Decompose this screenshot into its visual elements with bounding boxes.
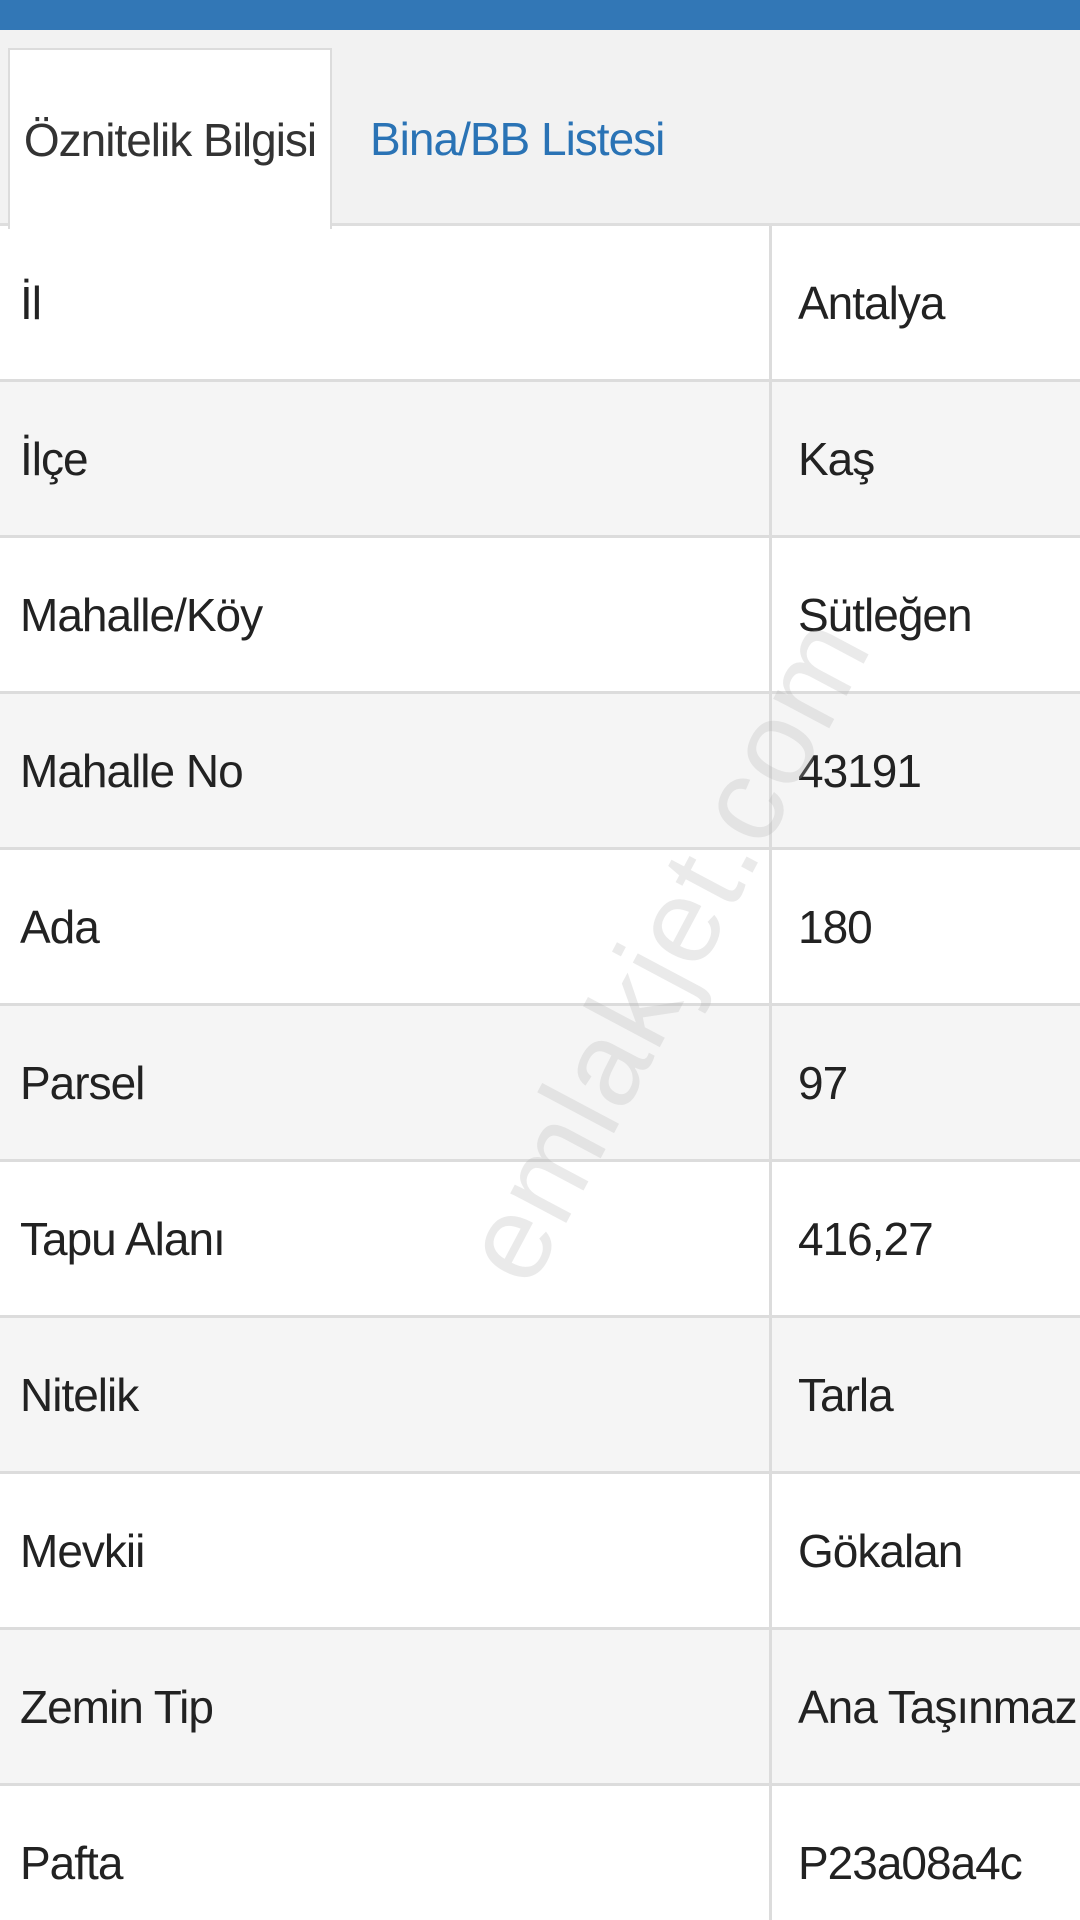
row-value: 416,27 [798, 1212, 934, 1265]
table-row: İl Antalya [0, 226, 1080, 382]
row-value: Antalya [798, 276, 945, 329]
row-value: Sütleğen [798, 588, 973, 641]
table-row: İlçe Kaş [0, 382, 1080, 538]
row-value: 43191 [798, 744, 922, 797]
row-key: Parsel [20, 1056, 145, 1109]
table-row: Ada 180 [0, 850, 1080, 1006]
attribute-table: İl Antalya İlçe Kaş Mahalle/Köy Sütleğen… [0, 226, 1080, 1920]
header-bar [0, 0, 1080, 30]
table-row: Mahalle/Köy Sütleğen [0, 538, 1080, 694]
row-key: Ada [20, 900, 100, 953]
row-value: 97 [798, 1056, 848, 1109]
tab-label: Öznitelik Bilgisi [23, 113, 317, 166]
table-row: Mevkii Gökalan [0, 1474, 1080, 1630]
row-key: Mahalle No [20, 744, 244, 797]
table-row: Pafta P23a08a4c [0, 1786, 1080, 1920]
row-value: Ana Taşınmaz [798, 1680, 1078, 1733]
row-key: Tapu Alanı [20, 1212, 226, 1265]
tab-oznitelik-bilgisi[interactable]: Öznitelik Bilgisi [8, 48, 332, 229]
page: Öznitelik Bilgisi Bina/BB Listesi İl Ant… [0, 0, 1080, 1920]
row-value: 180 [798, 900, 873, 953]
tab-label: Bina/BB Listesi [370, 112, 665, 165]
row-value: Kaş [798, 432, 875, 485]
row-key: Mevkii [20, 1524, 145, 1577]
table-row: Parsel 97 [0, 1006, 1080, 1162]
row-key: Mahalle/Köy [20, 588, 263, 641]
table-row: Zemin Tip Ana Taşınmaz [0, 1630, 1080, 1786]
tab-bar: Öznitelik Bilgisi Bina/BB Listesi [0, 30, 1080, 229]
table-row: Nitelik Tarla [0, 1318, 1080, 1474]
row-key: İlçe [20, 432, 89, 485]
row-value: P23a08a4c [798, 1836, 1023, 1889]
column-divider [769, 226, 772, 1920]
row-key: Pafta [20, 1836, 123, 1889]
row-key: İl [20, 276, 42, 329]
table-row: Mahalle No 43191 [0, 694, 1080, 850]
row-value: Gökalan [798, 1524, 963, 1577]
table-row: Tapu Alanı 416,27 [0, 1162, 1080, 1318]
row-key: Zemin Tip [20, 1680, 214, 1733]
tab-bina-bb-listesi[interactable]: Bina/BB Listesi [345, 48, 665, 229]
row-value: Tarla [798, 1368, 894, 1421]
row-key: Nitelik [20, 1368, 139, 1421]
